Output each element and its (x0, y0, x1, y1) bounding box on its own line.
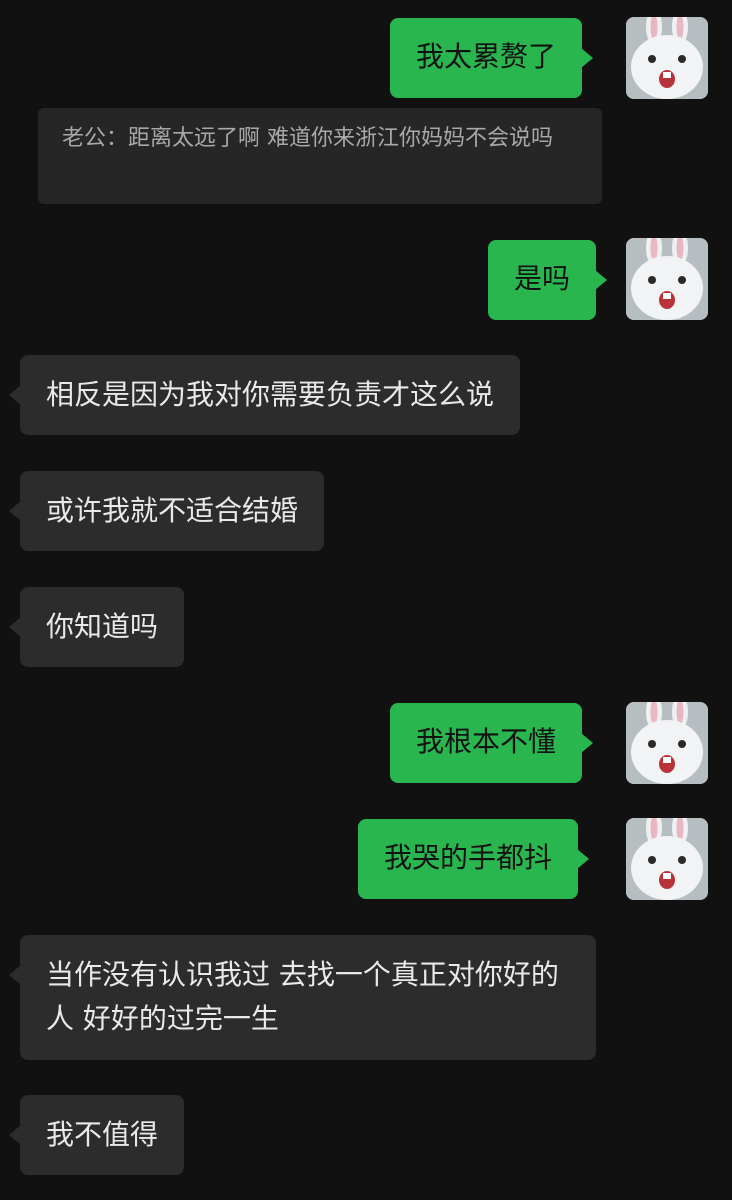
bunny-avatar-icon[interactable] (626, 702, 708, 784)
incoming-message[interactable]: 当作没有认识我过 去找一个真正对你好的人 好好的过完一生 (9, 935, 596, 1060)
outgoing-message[interactable]: 我太累赘了 (390, 18, 594, 98)
outgoing-message[interactable]: 是吗 (488, 240, 608, 320)
bunny-avatar-icon[interactable] (626, 818, 708, 900)
outgoing-message[interactable]: 我哭的手都抖 (358, 819, 590, 899)
quoted-message[interactable]: 老公：距离太远了啊 难道你来浙江你妈妈不会说吗 (38, 108, 602, 204)
incoming-message[interactable]: 我不值得 (8, 1095, 185, 1175)
bunny-avatar-icon[interactable] (626, 17, 708, 99)
outgoing-message[interactable]: 我根本不懂 (390, 703, 594, 783)
bunny-avatar-icon[interactable] (626, 238, 708, 320)
incoming-message[interactable]: 或许我就不适合结婚 (8, 471, 325, 551)
incoming-message[interactable]: 相反是因为我对你需要负责才这么说 (8, 355, 521, 435)
incoming-message[interactable]: 你知道吗 (8, 587, 185, 667)
